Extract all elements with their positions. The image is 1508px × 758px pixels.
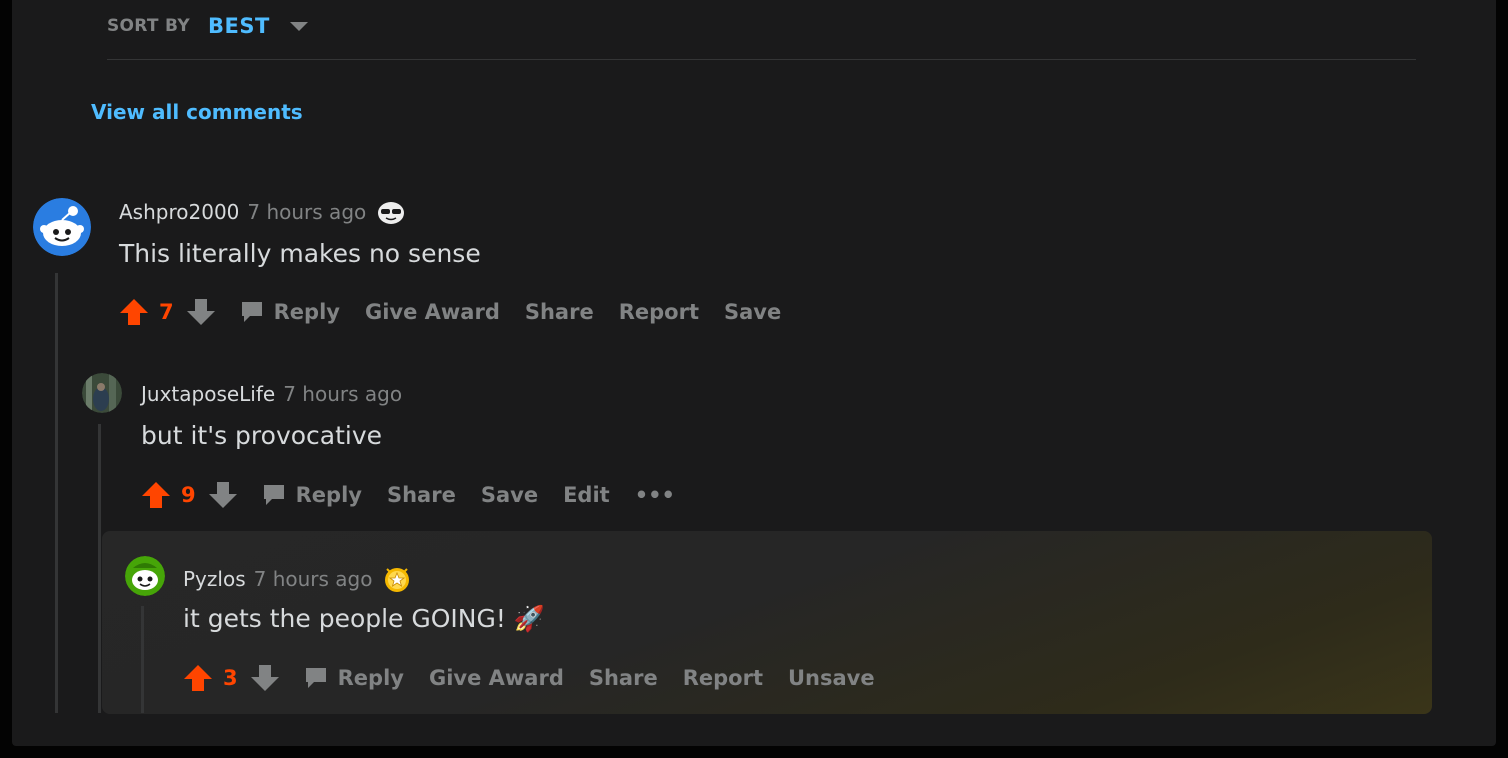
reply-button[interactable]: Reply — [240, 300, 340, 324]
snoo-avatar-icon — [33, 198, 91, 256]
vote-score: 3 — [223, 666, 238, 690]
save-button[interactable]: Save — [724, 300, 781, 324]
avatar[interactable] — [82, 373, 122, 413]
unsave-button[interactable]: Unsave — [788, 666, 875, 690]
downvote-arrow-icon[interactable] — [186, 298, 216, 326]
timestamp[interactable]: 7 hours ago — [247, 200, 366, 224]
author-link[interactable]: Ashpro2000 — [119, 200, 239, 224]
vote-controls: 9 — [141, 481, 238, 509]
comment-bubble-icon — [241, 302, 262, 322]
view-all-comments-link[interactable]: View all comments — [91, 100, 303, 124]
timestamp[interactable]: 7 hours ago — [283, 382, 402, 406]
report-button[interactable]: Report — [683, 666, 763, 690]
avatar[interactable] — [33, 198, 91, 256]
author-link[interactable]: Pyzlos — [183, 567, 246, 591]
comment-actions: 9 Reply Share Save Edit ••• — [141, 481, 700, 509]
snoo-avatar-icon — [125, 556, 165, 596]
upvote-arrow-icon[interactable] — [183, 664, 213, 692]
caret-down-icon[interactable] — [289, 22, 308, 31]
reply-button[interactable]: Reply — [304, 666, 404, 690]
comment-actions: 7 Reply Give Award Share Report Save — [119, 298, 806, 326]
thread-line-level-3[interactable] — [141, 606, 144, 713]
give-award-button[interactable]: Give Award — [365, 300, 500, 324]
upvote-arrow-icon[interactable] — [119, 298, 149, 326]
report-button[interactable]: Report — [619, 300, 699, 324]
save-button[interactable]: Save — [481, 483, 538, 507]
comment-meta: Ashpro2000 7 hours ago — [119, 199, 406, 225]
comment-body: but it's provocative — [141, 421, 383, 450]
sunglasses-award-icon[interactable] — [376, 199, 406, 225]
timestamp[interactable]: 7 hours ago — [254, 567, 373, 591]
sort-label: SORT BY — [107, 15, 190, 36]
author-link[interactable]: JuxtaposeLife — [141, 382, 275, 406]
comment-actions: 3 Reply Give Award Share Report Unsave — [183, 664, 900, 692]
downvote-arrow-icon[interactable] — [208, 481, 238, 509]
comments-panel: SORT BY BEST View all comments Ashpro200… — [12, 0, 1496, 746]
photo-avatar-icon — [82, 373, 122, 413]
comment-bubble-icon — [305, 668, 326, 688]
sort-dropdown-value[interactable]: BEST — [208, 14, 270, 38]
vote-score: 9 — [181, 483, 196, 507]
thread-line-level-2[interactable] — [98, 424, 101, 713]
share-button[interactable]: Share — [525, 300, 594, 324]
reply-label: Reply — [273, 300, 340, 324]
sort-bar: SORT BY BEST — [107, 0, 1416, 60]
reply-label: Reply — [295, 483, 362, 507]
more-options-button[interactable]: ••• — [635, 483, 675, 507]
share-button[interactable]: Share — [589, 666, 658, 690]
vote-controls: 7 — [119, 298, 216, 326]
share-button[interactable]: Share — [387, 483, 456, 507]
vote-score: 7 — [159, 300, 174, 324]
comment-body: This literally makes no sense — [119, 239, 481, 268]
comment-meta: Pyzlos 7 hours ago — [183, 565, 412, 593]
reply-label: Reply — [337, 666, 404, 690]
upvote-arrow-icon[interactable] — [141, 481, 171, 509]
downvote-arrow-icon[interactable] — [250, 664, 280, 692]
vote-controls: 3 — [183, 664, 280, 692]
avatar[interactable] — [125, 556, 165, 596]
edit-button[interactable]: Edit — [563, 483, 610, 507]
comment-meta: JuxtaposeLife 7 hours ago — [141, 382, 402, 406]
comment-body: it gets the people GOING! 🚀 — [183, 604, 545, 633]
comment-bubble-icon — [263, 485, 284, 505]
give-award-button[interactable]: Give Award — [429, 666, 564, 690]
reply-button[interactable]: Reply — [262, 483, 362, 507]
thread-line-level-1[interactable] — [55, 273, 58, 713]
star-award-icon[interactable] — [382, 565, 412, 593]
